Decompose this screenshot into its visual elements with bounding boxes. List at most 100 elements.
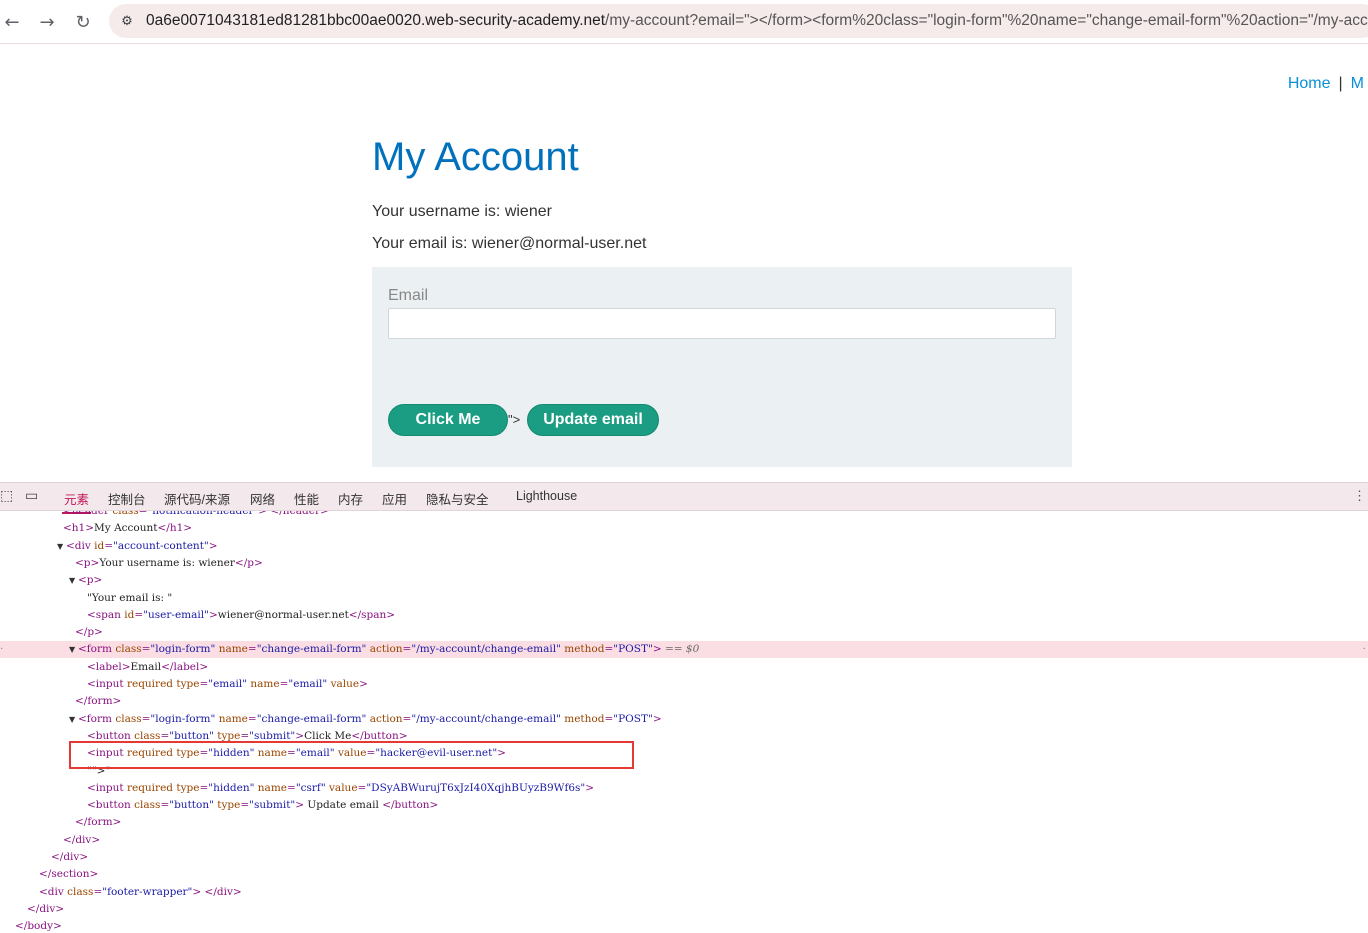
code-token: method [564,643,605,656]
code-token: > [359,678,368,690]
code-token: Email [130,660,162,673]
code-token: = [104,539,114,552]
code-token: > [585,781,595,794]
expand-triangle-icon[interactable]: ▼ [69,641,75,658]
dom-line-code: <input required type="hidden" name="csrf… [87,780,594,797]
my-account-link[interactable]: M [1351,75,1364,92]
inspect-element-icon[interactable]: ⬚ [0,488,13,504]
code-token: name [250,678,280,690]
dom-line[interactable]: </div> [0,901,1368,918]
code-token: "DSyABWurujT6xJzI40XqjhBUyzB9Wf6s" [366,781,586,794]
dom-line-code: <label>Email</label> [87,659,208,676]
code-token: "footer-wrapper" [102,885,193,898]
code-token: = [240,799,250,812]
dom-line[interactable]: ▼ <form class="login-form" name="change-e… [0,711,1368,728]
code-token: = [199,678,209,690]
tab-privacy-security[interactable]: 隐私与安全 [426,489,489,508]
address-bar[interactable]: ⚙ 0a6e0071043181ed81281bbc00ae0020.web-s… [109,4,1368,38]
code-token: My Account [94,522,158,535]
dom-line[interactable]: <button class="button" type="submit"> Up… [0,797,1368,814]
dom-line[interactable]: <input required type="hidden" name="csrf… [0,780,1368,797]
top-navigation: Home | M [1288,75,1364,93]
code-token: </button> [382,799,439,812]
dom-line[interactable]: </div> [0,832,1368,849]
tab-memory[interactable]: 内存 [338,489,363,508]
code-token: name [218,643,248,656]
dom-line-code: <p>Your username is: wiener</p> [75,555,263,572]
code-token: </div> [63,833,101,846]
code-token: type [176,678,200,690]
code-token: method [564,712,605,725]
code-token: </p> [234,556,263,569]
code-token: "account-content" [113,539,209,552]
dom-line[interactable]: </form> [0,693,1368,710]
code-token: required [126,781,173,794]
code-token: type [176,781,200,794]
code-token: <header [63,511,113,517]
dom-line[interactable]: <h1>My Account</h1> [0,520,1368,537]
dom-line-code: </div> [51,849,88,866]
code-token: "login-form" [150,712,216,725]
code-token: > [208,608,218,621]
device-toolbar-icon[interactable]: ▭ [25,488,38,504]
site-settings-icon[interactable]: ⚙ [118,12,136,30]
click-me-button[interactable]: Click Me [388,404,508,436]
dom-line[interactable]: ▼ <div id="account-content"> [0,538,1368,555]
dom-line[interactable]: </p> [0,624,1368,641]
email-input[interactable] [388,308,1056,339]
url-text[interactable]: 0a6e0071043181ed81281bbc00ae0020.web-sec… [146,12,1368,30]
dom-line[interactable]: <input required type="email" name="email… [0,676,1368,693]
dom-line-code: </section> [39,866,98,883]
tab-lighthouse[interactable]: Lighthouse [516,489,577,503]
tab-console[interactable]: 控制台 [108,489,146,508]
expand-triangle-icon[interactable]: ▼ [57,538,63,555]
update-email-button[interactable]: Update email [527,404,659,436]
selection-marker: · [0,643,4,656]
dom-line[interactable]: </body> [0,918,1368,933]
dom-line[interactable]: </div> [0,849,1368,866]
tab-network[interactable]: 网络 [250,489,275,508]
code-token: "change-email-form" [256,712,367,725]
selection-marker: · [1362,643,1366,656]
dom-line[interactable]: <label>Email</label> [0,659,1368,676]
dom-line[interactable]: </section> [0,866,1368,883]
code-token: = [604,643,614,656]
dom-line[interactable]: <span id="user-email">wiener@normal-user… [0,607,1368,624]
code-token: <h1> [63,522,95,535]
expand-triangle-icon[interactable]: ▼ [69,572,75,589]
tab-elements[interactable]: 元素 [61,489,92,514]
code-token: </p> [75,626,103,639]
home-link[interactable]: Home [1288,75,1331,92]
dom-line[interactable]: "Your email is: " [0,590,1368,607]
page-title: My Account [372,135,579,179]
code-token: </body> [15,920,62,933]
dom-line[interactable]: <header class="notification-header"> </h… [0,511,1368,520]
browser-toolbar: ← → ↻ ⚙ 0a6e0071043181ed81281bbc00ae0020… [0,0,1368,44]
reload-icon[interactable]: ↻ [69,8,97,36]
back-arrow-icon[interactable]: ← [0,8,26,36]
dom-line-code: "Your email is: " [87,590,172,607]
code-token: <form [78,643,116,656]
code-token: "hidden" [208,781,255,794]
code-token: "button" [169,799,214,812]
dom-line[interactable]: <div class="footer-wrapper"> </div> [0,884,1368,901]
tab-sources[interactable]: 源代码/来源 [164,489,230,508]
dom-line-selected[interactable]: · ▼ <form class="login-form" name="change-… [0,641,1368,659]
dom-line[interactable]: </form> [0,814,1368,831]
more-tabs-icon[interactable]: ⋮ [1353,488,1366,504]
code-token: = [247,712,257,725]
code-token: > [208,539,218,552]
code-token: value [330,678,360,690]
tab-performance[interactable]: 性能 [294,489,319,508]
dom-line[interactable]: ▼ <p> [0,572,1368,589]
tab-application[interactable]: 应用 [382,489,407,508]
dom-tree: <header class="notification-header"> </h… [0,511,1368,933]
code-token: "/my-account/change-email" [411,643,561,656]
expand-triangle-icon[interactable]: ▼ [69,711,75,728]
dom-line[interactable]: <p>Your username is: wiener</p> [0,555,1368,572]
code-token: "user-email" [143,608,209,621]
forward-arrow-icon[interactable]: → [33,8,61,36]
code-token: id [124,608,135,621]
code-token: "notification-header" [147,511,259,517]
code-token: name [218,712,248,725]
